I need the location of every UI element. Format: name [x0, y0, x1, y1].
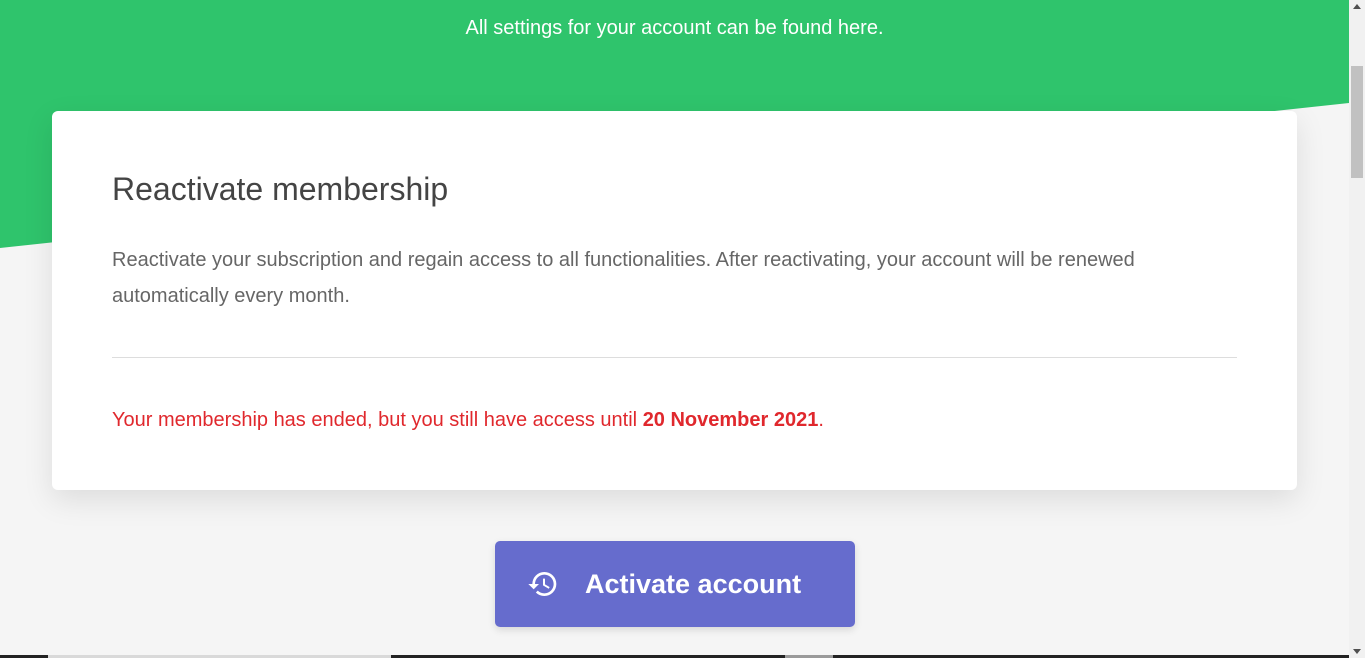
membership-end-date: 20 November 2021: [642, 409, 819, 431]
scrollbar-thumb[interactable]: [1351, 66, 1363, 178]
activate-account-button[interactable]: Activate account: [495, 541, 855, 627]
card-title: Reactivate membership: [112, 171, 449, 207]
vertical-scrollbar[interactable]: [1349, 0, 1365, 658]
card-divider: [112, 357, 1237, 358]
hero-subtitle: All settings for your account can be fou…: [465, 17, 884, 39]
history-icon: [528, 572, 557, 596]
membership-status: Your membership has ended, but you still…: [112, 406, 824, 434]
reactivate-membership-card: Reactivate membership Reactivate your su…: [52, 111, 1297, 490]
scroll-down-arrow-icon[interactable]: [1353, 649, 1361, 654]
membership-status-suffix: .: [818, 409, 824, 431]
card-description: Reactivate your subscription and regain …: [112, 249, 1135, 307]
membership-status-text: Your membership has ended, but you still…: [112, 409, 643, 431]
page: All settings for your account can be fou…: [0, 0, 1365, 658]
scroll-up-arrow-icon[interactable]: [1353, 4, 1361, 9]
activate-account-label: Activate account: [585, 568, 802, 599]
